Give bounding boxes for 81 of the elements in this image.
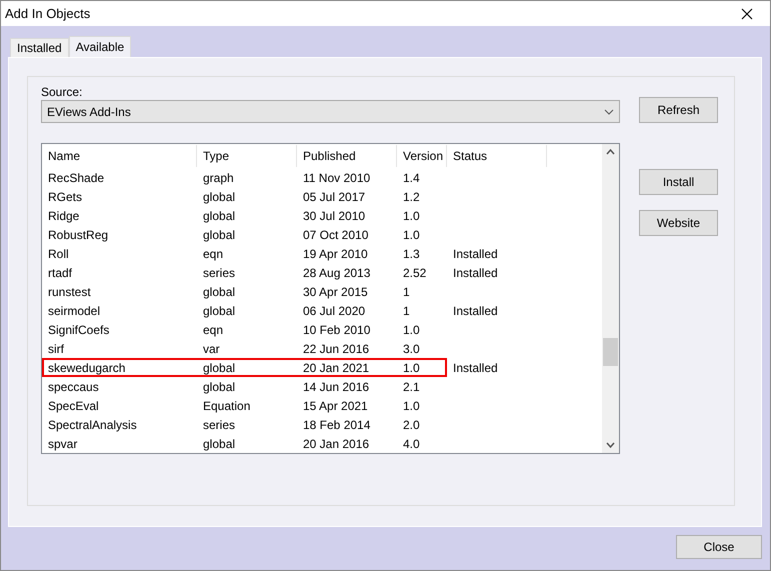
table-cell-text: 15 Apr 2021 — [302, 398, 369, 412]
table-cell-text: SpectralAnalysis — [47, 418, 138, 432]
table-cell-text: 10 Feb 2010 — [302, 322, 372, 336]
table-cell-text: 1.2 — [402, 190, 421, 204]
tab[interactable]: Available — [68, 36, 132, 57]
table-cell-text: global — [202, 360, 236, 374]
table-cell-text: 1 — [402, 284, 411, 298]
table-cell-text: global — [202, 284, 236, 298]
table-cell-text: global — [202, 380, 236, 394]
table-cell-text: 2.0 — [402, 418, 421, 432]
column-header[interactable]: Version — [397, 145, 447, 167]
table-cell-text: var — [202, 342, 221, 356]
close-button[interactable]: Close — [676, 535, 762, 559]
table-cell-text: 1.4 — [402, 170, 421, 184]
table-cell-text: 1.0 — [402, 208, 421, 222]
table-cell-text: 20 Jan 2021 — [302, 360, 370, 374]
table-cell-text: global — [202, 436, 236, 450]
table-cell-text: RobustReg — [47, 228, 110, 242]
table-cell-text: Ridge — [47, 208, 80, 222]
table-cell-text: 1.3 — [402, 246, 421, 260]
column-header[interactable]: Name — [42, 145, 197, 167]
table-cell-text: 1.0 — [402, 398, 421, 412]
table-cell-text: 11 Nov 2010 — [302, 170, 372, 184]
scrollbar[interactable] — [602, 144, 619, 453]
table-cell-text: 3.0 — [402, 342, 421, 356]
table-cell-text: SignifCoefs — [47, 322, 110, 336]
table-cell-text: 14 Jun 2016 — [302, 380, 370, 394]
refresh-button[interactable]: Refresh — [639, 97, 718, 123]
table-cell-text: Equation — [202, 398, 252, 412]
table-cell-text: seirmodel — [47, 304, 102, 318]
table-cell-text: 30 Apr 2015 — [302, 284, 369, 298]
table-cell-text: global — [202, 304, 236, 318]
table-cell-text: 1.0 — [402, 322, 421, 336]
source-dropdown[interactable]: EViews Add-Ins — [41, 100, 620, 123]
column-header[interactable]: Type — [197, 145, 297, 167]
source-label: Source: — [41, 85, 84, 100]
table-cell-text: 07 Oct 2010 — [302, 228, 370, 242]
table-cell-text: global — [202, 228, 236, 242]
table-cell-text: 19 Apr 2010 — [302, 246, 369, 260]
table-cell-text: skewedugarch — [47, 360, 126, 374]
table-cell-text: Installed — [452, 304, 499, 318]
table-cell-text: global — [202, 190, 236, 204]
table-cell-text: SpecEval — [47, 398, 100, 412]
table-cell-text: 1 — [402, 304, 411, 318]
table-cell-text: graph — [202, 170, 235, 184]
table-cell-text: 06 Jul 2020 — [302, 304, 366, 318]
column-header[interactable]: Published — [297, 145, 397, 167]
table-cell-text: 2.1 — [402, 380, 421, 394]
column-header[interactable]: Status — [447, 145, 547, 167]
table-cell-text: RGets — [47, 190, 84, 204]
table-cell-text: 18 Feb 2014 — [302, 418, 372, 432]
table-cell-text: 1.0 — [402, 228, 421, 242]
table-cell-text: Installed — [452, 266, 499, 280]
window-title: Add In Objects — [5, 6, 90, 21]
tab[interactable]: Installed — [10, 38, 69, 57]
install-button[interactable]: Install — [639, 169, 718, 195]
table-cell-text: speccaus — [47, 380, 100, 394]
table-cell-text: 1.0 — [402, 360, 421, 374]
website-button[interactable]: Website — [639, 210, 718, 236]
scroll-thumb[interactable] — [603, 338, 618, 366]
table-cell-text: RecShade — [47, 170, 106, 184]
table-cell-text: Installed — [452, 360, 499, 374]
table-cell-text: 05 Jul 2017 — [302, 190, 366, 204]
table-cell-text: series — [202, 418, 236, 432]
table-cell-text: spvar — [47, 436, 78, 450]
table-cell-text: 20 Jan 2016 — [302, 436, 370, 450]
table-cell-text: 22 Jun 2016 — [302, 342, 370, 356]
table-cell-text: runstest — [47, 284, 92, 298]
table-cell-text: sirf — [47, 342, 65, 356]
chevron-down-icon — [604, 108, 614, 114]
table-cell-text: global — [202, 208, 236, 222]
table-cell-text: 4.0 — [402, 436, 421, 450]
table-cell-text: eqn — [202, 322, 224, 336]
table-cell-text: Installed — [452, 246, 499, 260]
table-cell-text: 30 Jul 2010 — [302, 208, 366, 222]
table-cell-text: 28 Aug 2013 — [302, 266, 372, 280]
table-cell-text: rtadf — [47, 266, 74, 280]
table-cell-text: 2.52 — [402, 266, 428, 280]
table-cell-text: series — [202, 266, 236, 280]
table-cell-text: eqn — [202, 246, 224, 260]
table-cell-text: Roll — [47, 246, 70, 260]
